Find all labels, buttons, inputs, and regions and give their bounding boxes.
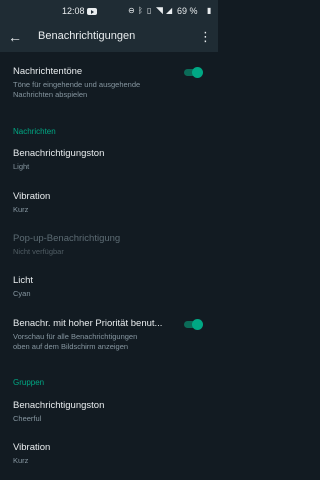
dnd-icon: ⊖: [128, 6, 135, 15]
setting-message-vibration[interactable]: Vibration Kurz: [0, 191, 218, 217]
setting-description: Töne für eingehende und ausgehende: [13, 80, 141, 89]
setting-title: Benachr. mit hoher Priorität benut...: [13, 318, 163, 329]
page-title: Benachrichtigungen: [38, 30, 136, 42]
setting-value: Cyan: [13, 289, 31, 298]
toggle-thumb: [192, 66, 203, 78]
high-priority-toggle[interactable]: [182, 318, 204, 330]
youtube-icon: [87, 8, 97, 15]
vibrate-icon: ▯: [147, 6, 152, 15]
battery-level: 69 %: [177, 6, 198, 16]
setting-title: Vibration: [13, 442, 51, 453]
setting-value: Kurz: [13, 205, 29, 214]
more-vert-icon[interactable]: ⋮: [199, 28, 212, 46]
setting-description: Nachrichten abspielen: [13, 90, 88, 99]
setting-title: Nachrichtentöne: [13, 66, 83, 77]
status-time: 12:08: [62, 6, 85, 16]
setting-value: Nicht verfügbar: [13, 247, 64, 256]
section-header-messages: Nachrichten: [13, 127, 56, 136]
setting-description: Vorschau für alle Benachrichtigungen: [13, 332, 138, 341]
app-bar: ← Benachrichtigungen ⋮: [0, 22, 218, 52]
signal-icon: ◢: [166, 6, 173, 15]
setting-popup-notification: Pop-up-Benachrichtigung Nicht verfügbar: [0, 233, 218, 259]
conversation-tones-toggle[interactable]: [182, 66, 204, 78]
setting-message-tone[interactable]: Benachrichtigungston Light: [0, 148, 218, 174]
setting-value: Kurz: [13, 456, 29, 465]
navigation-bar: [0, 468, 218, 480]
setting-title: Benachrichtigungston: [13, 400, 105, 411]
setting-high-priority[interactable]: Benachr. mit hoher Priorität benut... Vo…: [0, 318, 218, 358]
arrow-left-icon[interactable]: ←: [8, 28, 22, 46]
setting-description: oben auf dem Bildschirm anzeigen: [13, 342, 129, 351]
status-bar: 12:08 ⊖ ᛒ ▯ ◥ ◢ 69 % ▮: [0, 0, 218, 22]
section-header-groups: Gruppen: [13, 378, 45, 387]
setting-title: Pop-up-Benachrichtigung: [13, 233, 121, 244]
wifi-icon: ◥: [156, 5, 163, 15]
setting-title: Vibration: [13, 191, 51, 202]
battery-icon: ▮: [207, 6, 212, 15]
setting-title: Benachrichtigungston: [13, 148, 105, 159]
setting-title: Licht: [13, 275, 34, 286]
setting-value: Light: [13, 162, 30, 171]
toggle-thumb: [192, 318, 203, 330]
setting-light[interactable]: Licht Cyan: [0, 275, 218, 301]
setting-conversation-tones[interactable]: Nachrichtentöne Töne für eingehende und …: [0, 66, 218, 106]
setting-value: Cheerful: [13, 414, 42, 423]
setting-group-vibration[interactable]: Vibration Kurz: [0, 442, 218, 468]
bluetooth-icon: ᛒ: [138, 6, 143, 15]
setting-group-tone[interactable]: Benachrichtigungston Cheerful: [0, 400, 218, 426]
